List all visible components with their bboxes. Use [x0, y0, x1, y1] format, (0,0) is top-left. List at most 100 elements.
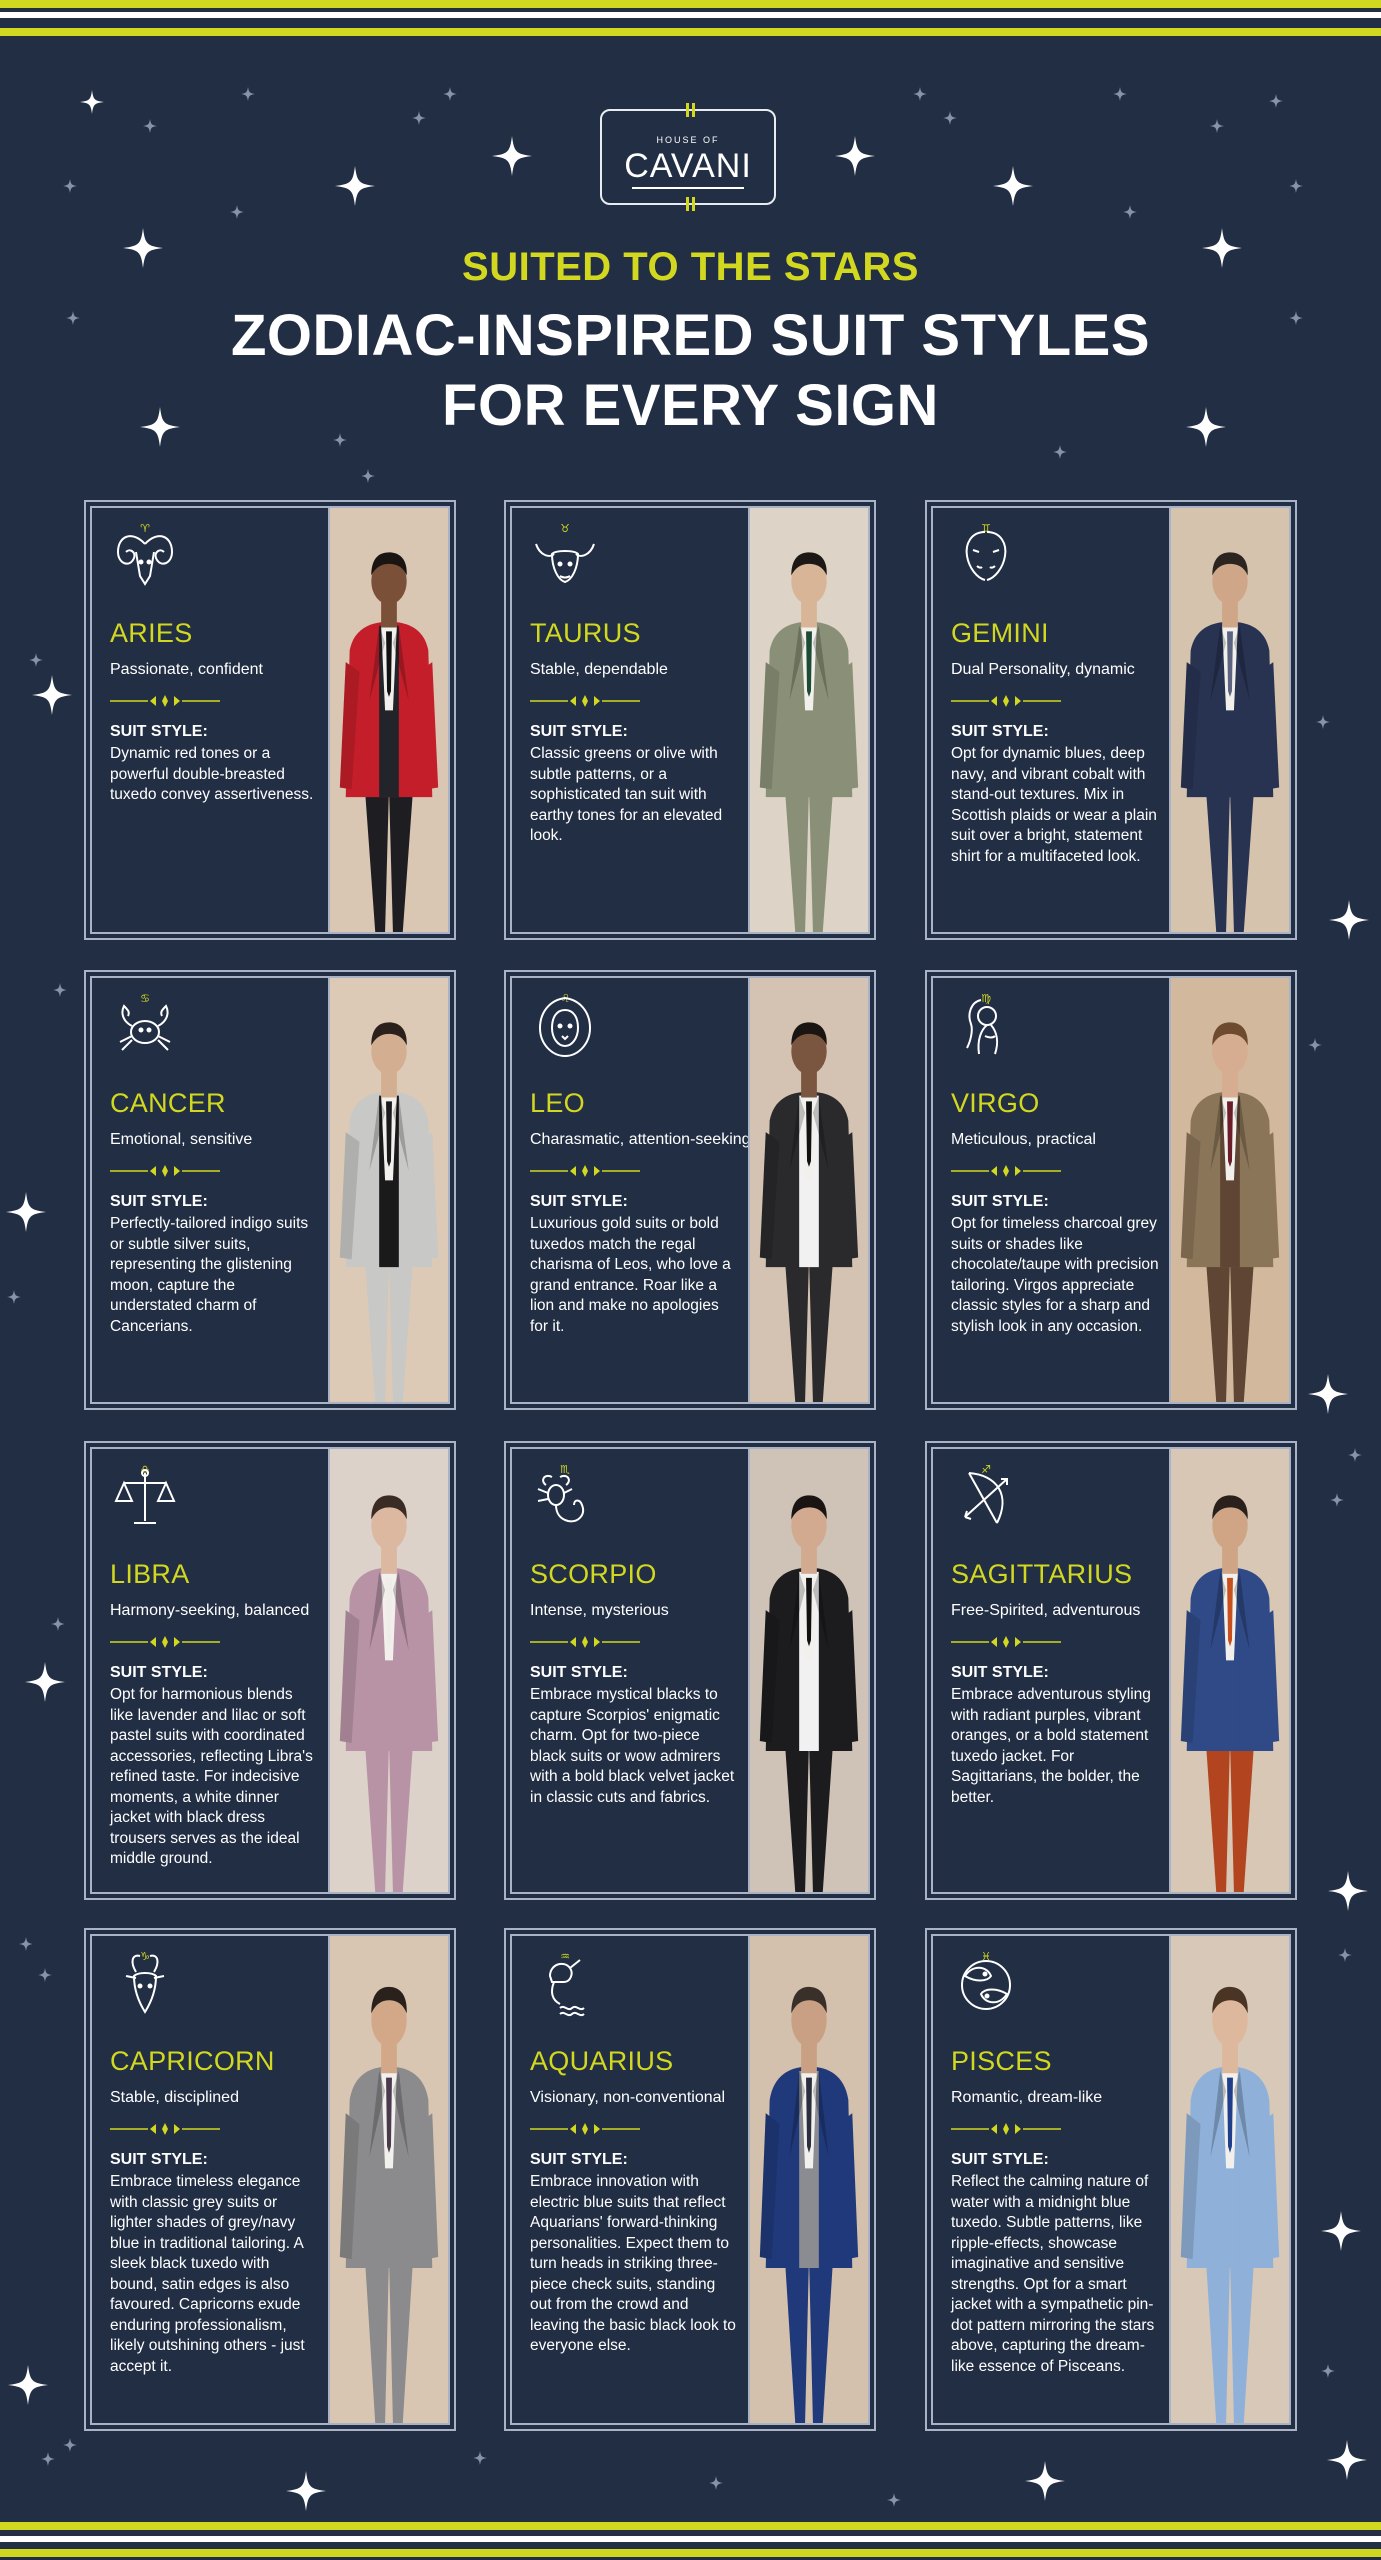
zodiac-glyph: ♉ — [560, 522, 570, 535]
ornament-divider — [110, 2122, 220, 2135]
ornament-divider — [530, 1164, 640, 1177]
suit-style-label: SUIT STYLE: — [530, 1664, 628, 1681]
suit-style-description: Classic greens or olive with subtle patt… — [530, 745, 723, 844]
sign-traits: Romantic, dream-like — [951, 2089, 1103, 2106]
zodiac-glyph: ♏ — [560, 1463, 570, 1476]
model-photo — [328, 1449, 448, 1892]
twins-icon: ♊ — [951, 522, 1021, 592]
model-photo — [1169, 1936, 1289, 2423]
cavani-logo[interactable]: HOUSE OF CAVANI — [600, 103, 776, 211]
zodiac-glyph: ♍ — [981, 992, 991, 1005]
model-photo — [328, 1936, 448, 2423]
card-inner-frame: ♋ CANCER Emotional, sensitive SUIT STYLE: Pe… — [90, 976, 450, 1404]
model-photo — [748, 1449, 868, 1892]
suit-style-description: Dynamic red tones or a powerful double-b… — [110, 745, 314, 803]
card-inner-frame: ♊ GEMINI Dual Personality, dynamic SUIT STY… — [931, 506, 1291, 934]
ornament-divider — [530, 694, 640, 707]
zodiac-card-sagittarius[interactable]: ♐ SAGITTARIUS Free-Spirited, adventurous SU… — [925, 1441, 1297, 1900]
maiden-icon: ♍ — [951, 992, 1021, 1062]
scorpion-icon: ♏ — [530, 1463, 600, 1533]
logo-underline — [632, 187, 744, 189]
suit-style-label: SUIT STYLE: — [530, 1193, 628, 1210]
sign-name: GEMINI — [951, 618, 1049, 648]
ornament-divider — [530, 2122, 640, 2135]
fish-icon: ♓ — [951, 1950, 1021, 2020]
suit-style-label: SUIT STYLE: — [110, 1193, 208, 1210]
card-inner-frame: ♒ AQUARIUS Visionary, non-conventional SUIT… — [510, 1934, 870, 2425]
suit-style-label: SUIT STYLE: — [110, 723, 208, 740]
card-inner-frame: ♎ LIBRA Harmony-seeking, balanced SUIT STYL… — [90, 1447, 450, 1894]
ornament-divider — [951, 694, 1061, 707]
page-title-line1: ZODIAC-INSPIRED SUIT STYLES — [230, 303, 1150, 368]
zodiac-card-taurus[interactable]: ♉ TAURUS Stable, dependable SUIT STYLE: Clas… — [504, 500, 876, 940]
logo-accent — [686, 197, 689, 211]
sign-traits: Stable, dependable — [530, 661, 668, 678]
ornament-divider — [110, 694, 220, 707]
card-inner-frame: ♈ ARIES Passionate, confident SUIT STYLE: Dy… — [90, 506, 450, 934]
logo-accent — [686, 103, 689, 117]
suit-style-label: SUIT STYLE: — [951, 1664, 1049, 1681]
zodiac-card-aries[interactable]: ♈ ARIES Passionate, confident SUIT STYLE: Dy… — [84, 500, 456, 940]
card-inner-frame: ♑ CAPRICORN Stable, disciplined SUIT STYLE:… — [90, 1934, 450, 2425]
ornament-divider — [951, 1164, 1061, 1177]
sign-traits: Meticulous, practical — [951, 1131, 1096, 1148]
ram-icon: ♈ — [110, 522, 180, 592]
zodiac-glyph: ♐ — [981, 1463, 991, 1476]
zodiac-card-leo[interactable]: ♌ LEO Charasmatic, attention-seeking SUIT S… — [504, 970, 876, 1410]
model-photo — [1169, 508, 1289, 932]
model-photo — [748, 978, 868, 1402]
zodiac-glyph: ♋ — [140, 992, 150, 1005]
bow-and-arrow-icon: ♐ — [951, 1463, 1021, 1533]
suit-style-description: Embrace innovation with electric blue su… — [530, 2173, 736, 2354]
zodiac-card-scorpio[interactable]: ♏ SCORPIO Intense, mysterious SUIT STYLE: Em… — [504, 1441, 876, 1900]
sign-traits: Intense, mysterious — [530, 1602, 669, 1619]
logo-house-of: HOUSE OF — [656, 135, 720, 145]
sign-name: TAURUS — [530, 618, 641, 648]
logo-accent — [692, 103, 695, 117]
zodiac-card-libra[interactable]: ♎ LIBRA Harmony-seeking, balanced SUIT STYL… — [84, 1441, 456, 1900]
suit-style-description: Embrace mystical blacks to capture Scorp… — [530, 1686, 735, 1806]
water-bearer-icon: ♒ — [530, 1950, 600, 2020]
suit-style-label: SUIT STYLE: — [110, 1664, 208, 1681]
suit-style-label: SUIT STYLE: — [110, 2151, 208, 2168]
sign-name: VIRGO — [951, 1088, 1040, 1118]
suit-style-description: Perfectly-tailored indigo suits or subtl… — [110, 1215, 309, 1335]
zodiac-card-virgo[interactable]: ♍ VIRGO Meticulous, practical SUIT STYLE: Op… — [925, 970, 1297, 1410]
sign-name: PISCES — [951, 2046, 1052, 2076]
sign-name: CANCER — [110, 1088, 226, 1118]
zodiac-card-pisces[interactable]: ♓ PISCES Romantic, dream-like SUIT STYLE: Re… — [925, 1928, 1297, 2431]
suit-style-description: Reflect the calming nature of water with… — [951, 2173, 1155, 2375]
page-kicker: SUITED TO THE STARS — [462, 245, 919, 289]
zodiac-card-aquarius[interactable]: ♒ AQUARIUS Visionary, non-conventional SUIT… — [504, 1928, 876, 2431]
ornament-divider — [530, 1635, 640, 1648]
sign-traits: Free-Spirited, adventurous — [951, 1602, 1141, 1619]
sign-name: AQUARIUS — [530, 2046, 674, 2076]
model-photo — [1169, 1449, 1289, 1892]
logo-name: CAVANI — [624, 147, 752, 185]
sign-traits: Charasmatic, attention-seeking — [530, 1131, 751, 1148]
model-photo — [328, 978, 448, 1402]
card-inner-frame: ♓ PISCES Romantic, dream-like SUIT STYLE: Re… — [931, 1934, 1291, 2425]
sign-traits: Stable, disciplined — [110, 2089, 239, 2106]
zodiac-card-cancer[interactable]: ♋ CANCER Emotional, sensitive SUIT STYLE: Pe… — [84, 970, 456, 1410]
sign-traits: Emotional, sensitive — [110, 1131, 253, 1148]
sign-name: LEO — [530, 1088, 585, 1118]
sign-name: ARIES — [110, 618, 193, 648]
sign-traits: Visionary, non-conventional — [530, 2089, 726, 2106]
zodiac-glyph: ♈ — [140, 522, 150, 535]
card-inner-frame: ♏ SCORPIO Intense, mysterious SUIT STYLE: Em… — [510, 1447, 870, 1894]
suit-style-description: Opt for timeless charcoal grey suits or … — [951, 1215, 1159, 1335]
model-photo — [1169, 978, 1289, 1402]
zodiac-card-gemini[interactable]: ♊ GEMINI Dual Personality, dynamic SUIT STY… — [925, 500, 1297, 940]
crab-icon: ♋ — [110, 992, 180, 1062]
suit-style-label: SUIT STYLE: — [951, 1193, 1049, 1210]
card-inner-frame: ♉ TAURUS Stable, dependable SUIT STYLE: Clas… — [510, 506, 870, 934]
card-inner-frame: ♍ VIRGO Meticulous, practical SUIT STYLE: Op… — [931, 976, 1291, 1404]
suit-style-label: SUIT STYLE: — [951, 723, 1049, 740]
sign-name: SAGITTARIUS — [951, 1559, 1133, 1589]
sign-name: CAPRICORN — [110, 2046, 275, 2076]
scales-icon: ♎ — [110, 1463, 180, 1533]
card-inner-frame: ♐ SAGITTARIUS Free-Spirited, adventurous SU… — [931, 1447, 1291, 1894]
zodiac-card-capricorn[interactable]: ♑ CAPRICORN Stable, disciplined SUIT STYLE:… — [84, 1928, 456, 2431]
suit-style-description: Opt for harmonious blends like lavender … — [110, 1686, 313, 1867]
